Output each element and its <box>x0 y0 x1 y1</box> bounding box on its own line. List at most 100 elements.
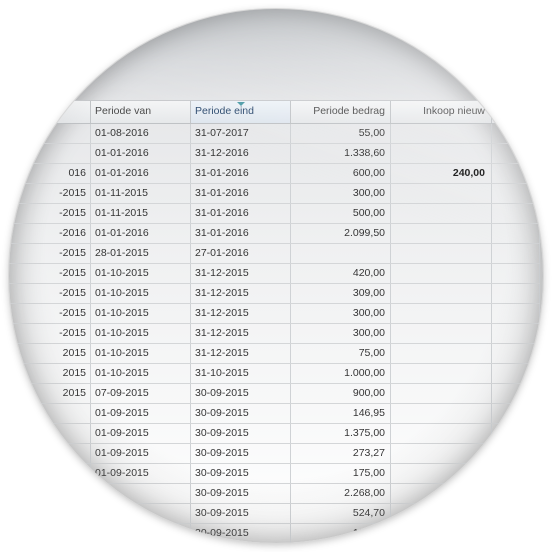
cell-next[interactable] <box>492 464 540 483</box>
cell-periode-eind[interactable]: 30-09-2015 <box>191 484 291 503</box>
cell-periode-van[interactable]: 01-10-2015 <box>91 264 191 283</box>
cell-previous[interactable]: -2015 <box>9 284 91 303</box>
cell-periode-van[interactable]: 01-11-2015 <box>91 184 191 203</box>
cell-inkoop-nieuw[interactable] <box>391 464 492 483</box>
cell-next[interactable] <box>492 404 540 423</box>
cell-next[interactable] <box>492 504 540 523</box>
cell-inkoop-nieuw[interactable] <box>391 364 492 383</box>
cell-periode-eind[interactable]: 30-09-2015 <box>191 524 291 543</box>
table-row[interactable]: -2015 01-11-2015 31-01-2016 300,00 <box>9 184 540 204</box>
cell-periode-eind[interactable]: 30-09-2015 <box>191 384 291 403</box>
cell-periode-bedrag[interactable]: 2.099,50 <box>291 224 391 243</box>
table-row[interactable]: -2015 01-10-2015 31-12-2015 300,00 <box>9 304 540 324</box>
table-row[interactable]: 01-08-2016 31-07-2017 55,00 <box>9 124 540 144</box>
table-row[interactable]: 01-01-2016 31-12-2016 1.338,60 <box>9 144 540 164</box>
cell-periode-van[interactable]: 01-10-2015 <box>91 364 191 383</box>
cell-next[interactable] <box>492 344 540 363</box>
cell-periode-eind[interactable]: 31-10-2015 <box>191 364 291 383</box>
col-header-periode-eind[interactable]: Periode eind <box>191 101 291 123</box>
cell-periode-bedrag[interactable]: 1.000,00 <box>291 364 391 383</box>
table-row[interactable]: -2016 01-01-2016 31-01-2016 2.099,50 <box>9 224 540 244</box>
cell-periode-eind[interactable]: 31-12-2015 <box>191 324 291 343</box>
table-row[interactable]: 2015 01-10-2015 31-10-2015 1.000,00 <box>9 364 540 384</box>
cell-inkoop-nieuw[interactable] <box>391 384 492 403</box>
cell-periode-eind[interactable]: 30-09-2015 <box>191 404 291 423</box>
cell-periode-eind[interactable]: 31-12-2015 <box>191 264 291 283</box>
cell-inkoop-nieuw[interactable] <box>391 524 492 543</box>
table-row[interactable]: -2015 01-10-2015 31-12-2015 420,00 <box>9 264 540 284</box>
cell-periode-eind[interactable]: 31-12-2016 <box>191 144 291 163</box>
cell-inkoop-nieuw[interactable] <box>391 144 492 163</box>
cell-next[interactable] <box>492 124 540 143</box>
cell-next[interactable] <box>492 204 540 223</box>
cell-previous[interactable]: -09-2015 <box>9 484 91 503</box>
cell-previous[interactable] <box>9 424 91 443</box>
cell-periode-bedrag[interactable]: 420,00 <box>291 264 391 283</box>
cell-periode-van[interactable]: 01-09-2015 <box>91 424 191 443</box>
cell-inkoop-nieuw[interactable] <box>391 204 492 223</box>
cell-periode-eind[interactable]: 31-07-2017 <box>191 124 291 143</box>
cell-next[interactable] <box>492 184 540 203</box>
cell-inkoop-nieuw[interactable] <box>391 304 492 323</box>
cell-periode-bedrag[interactable]: 500,00 <box>291 204 391 223</box>
cell-periode-eind[interactable]: 31-12-2015 <box>191 304 291 323</box>
table-row[interactable]: -2015 01-10-2015 31-12-2015 309,00 <box>9 284 540 304</box>
cell-periode-eind[interactable]: 27-01-2016 <box>191 244 291 263</box>
cell-periode-bedrag[interactable]: 600,00 <box>291 164 391 183</box>
cell-previous[interactable]: -2015 <box>9 244 91 263</box>
cell-inkoop-nieuw[interactable] <box>391 344 492 363</box>
cell-periode-eind[interactable]: 31-01-2016 <box>191 224 291 243</box>
cell-periode-bedrag[interactable]: 900,00 <box>291 384 391 403</box>
cell-periode-van[interactable]: 07-09-2015 <box>91 384 191 403</box>
cell-periode-bedrag[interactable]: 175,00 <box>291 464 391 483</box>
cell-next[interactable] <box>492 264 540 283</box>
cell-periode-bedrag[interactable]: 300,00 <box>291 184 391 203</box>
cell-periode-van[interactable]: 01-10-2015 <box>91 324 191 343</box>
cell-periode-van[interactable]: 01-01-2016 <box>91 164 191 183</box>
cell-periode-bedrag[interactable]: 273,27 <box>291 444 391 463</box>
cell-periode-bedrag[interactable]: 309,00 <box>291 284 391 303</box>
cell-periode-van[interactable] <box>91 504 191 523</box>
cell-periode-van[interactable]: 28-01-2015 <box>91 244 191 263</box>
cell-inkoop-nieuw[interactable] <box>391 264 492 283</box>
cell-previous[interactable]: 2015 <box>9 504 91 523</box>
cell-previous[interactable]: 2015 <box>9 364 91 383</box>
table-row[interactable]: -2015 01-11-2015 31-01-2016 500,00 <box>9 204 540 224</box>
cell-inkoop-nieuw[interactable] <box>391 444 492 463</box>
table-row[interactable]: 30-09-2015 100,00 <box>9 524 540 543</box>
cell-next[interactable] <box>492 244 540 263</box>
table-row[interactable]: -09-2015 30-09-2015 2.268,00 <box>9 484 540 504</box>
cell-periode-bedrag[interactable]: 55,00 <box>291 124 391 143</box>
cell-periode-bedrag[interactable]: 524,70 <box>291 504 391 523</box>
cell-previous[interactable]: -2015 <box>9 264 91 283</box>
cell-inkoop-nieuw[interactable] <box>391 324 492 343</box>
cell-previous[interactable] <box>9 524 91 543</box>
col-header-periode-bedrag[interactable]: Periode bedrag <box>291 101 391 123</box>
cell-periode-eind[interactable]: 30-09-2015 <box>191 504 291 523</box>
cell-previous[interactable] <box>9 444 91 463</box>
cell-periode-bedrag[interactable]: 300,00 <box>291 304 391 323</box>
table-row[interactable]: 01-09-2015 30-09-2015 175,00 <box>9 464 540 484</box>
cell-previous[interactable]: -2015 <box>9 324 91 343</box>
cell-next[interactable] <box>492 384 540 403</box>
cell-periode-van[interactable]: 01-10-2015 <box>91 284 191 303</box>
cell-periode-bedrag[interactable]: 2.268,00 <box>291 484 391 503</box>
cell-previous[interactable] <box>9 404 91 423</box>
cell-previous[interactable] <box>9 144 91 163</box>
cell-next[interactable] <box>492 144 540 163</box>
col-header-periode-van[interactable]: Periode van <box>91 101 191 123</box>
cell-periode-van[interactable]: 01-08-2016 <box>91 124 191 143</box>
cell-next[interactable] <box>492 164 540 183</box>
cell-next[interactable] <box>492 524 540 543</box>
cell-inkoop-nieuw[interactable] <box>391 124 492 143</box>
table-row[interactable]: -2015 01-10-2015 31-12-2015 300,00 <box>9 324 540 344</box>
cell-periode-eind[interactable]: 31-01-2016 <box>191 204 291 223</box>
cell-periode-bedrag[interactable]: 146,95 <box>291 404 391 423</box>
cell-periode-van[interactable] <box>91 484 191 503</box>
cell-inkoop-nieuw[interactable] <box>391 184 492 203</box>
cell-periode-eind[interactable]: 31-12-2015 <box>191 284 291 303</box>
cell-periode-van[interactable] <box>91 524 191 543</box>
table-row[interactable]: 2015 30-09-2015 524,70 <box>9 504 540 524</box>
table-row[interactable]: 01-09-2015 30-09-2015 146,95 <box>9 404 540 424</box>
cell-periode-bedrag[interactable]: 300,00 <box>291 324 391 343</box>
